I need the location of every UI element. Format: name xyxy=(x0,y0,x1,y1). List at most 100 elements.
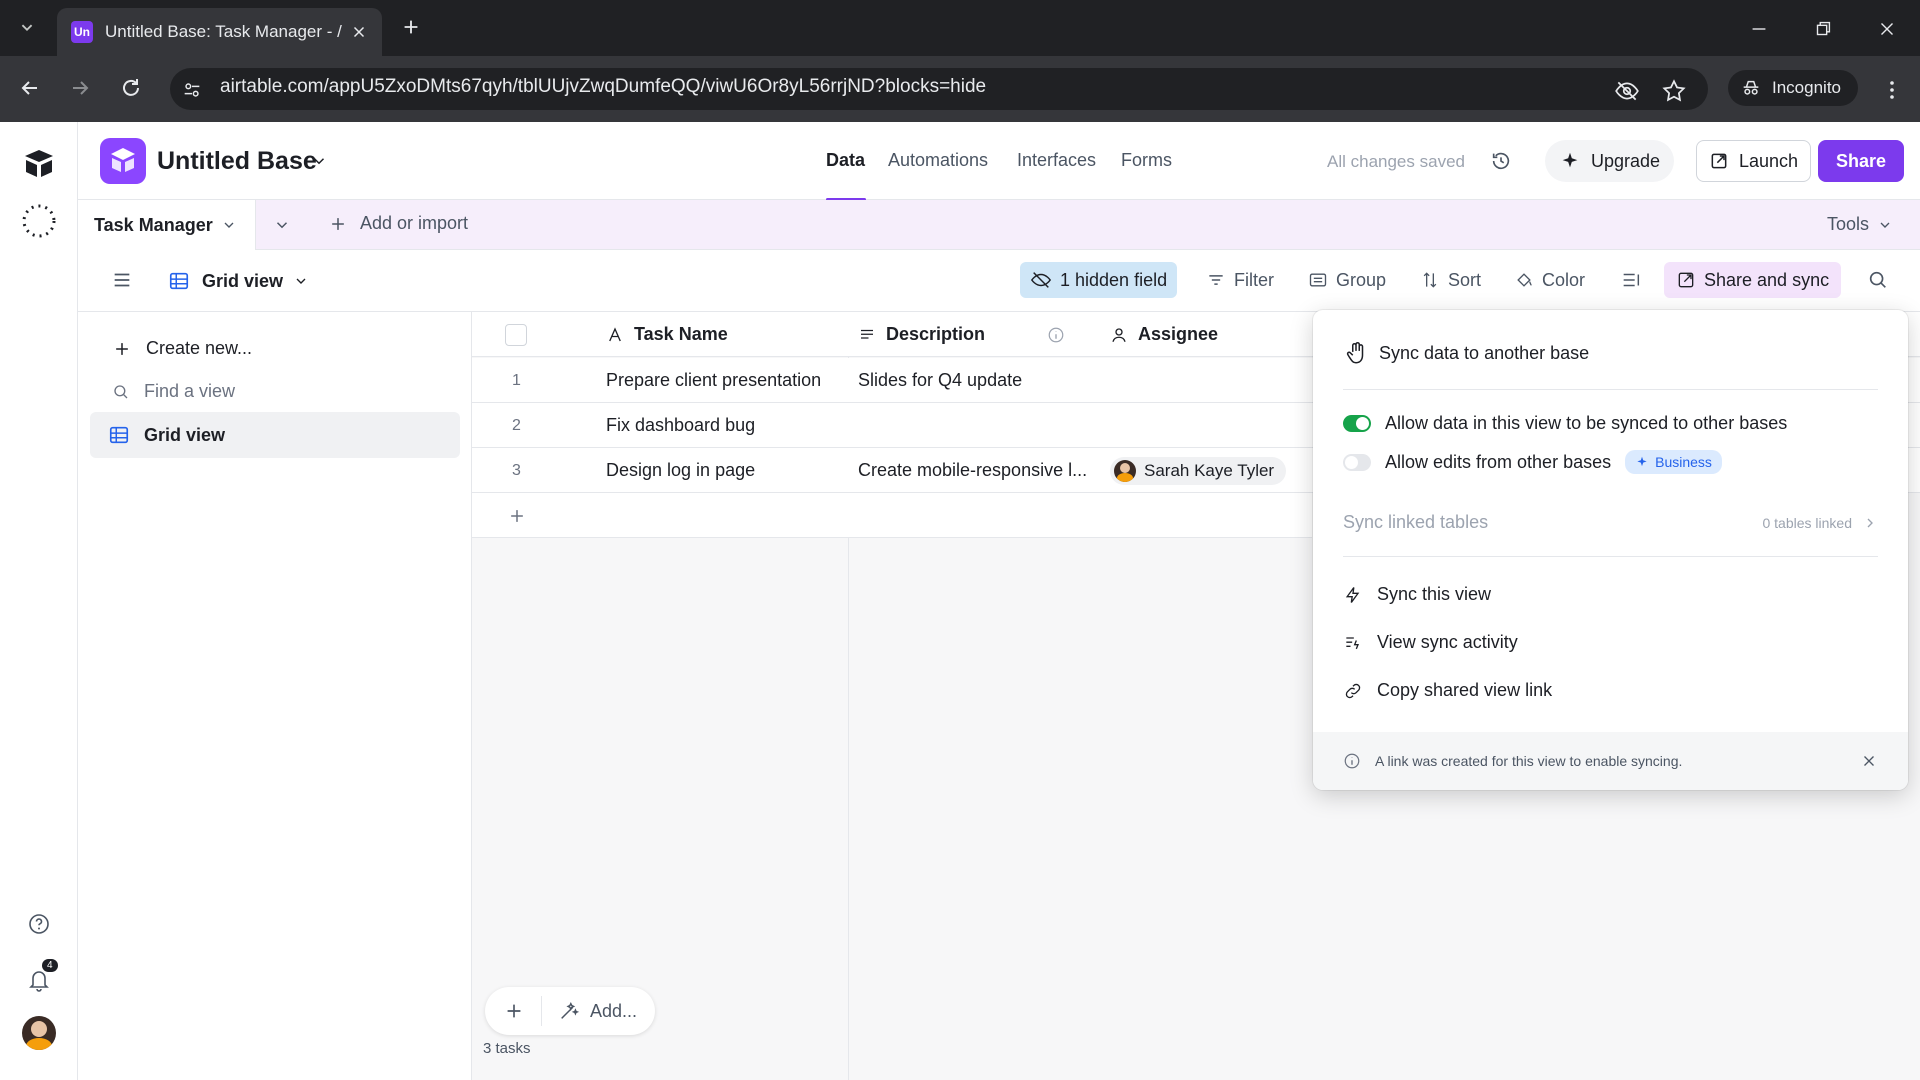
select-all-checkbox[interactable] xyxy=(505,312,527,357)
allow-sync-label: Allow data in this view to be synced to … xyxy=(1385,413,1788,433)
assignee-cell[interactable] xyxy=(1110,403,1310,448)
share-sync-popover: Sync data to another base Allow data in … xyxy=(1313,310,1908,790)
tools-label: Tools xyxy=(1827,214,1870,234)
sync-this-view-item[interactable]: Sync this view xyxy=(1343,584,1491,605)
base-icon[interactable] xyxy=(100,138,146,184)
description-cell[interactable]: Create mobile-responsive l... xyxy=(858,448,1098,493)
incognito-chip[interactable]: Incognito xyxy=(1728,70,1858,106)
allow-sync-toggle[interactable] xyxy=(1343,415,1371,432)
column-header-label: Assignee xyxy=(1138,324,1219,344)
assignee-cell[interactable]: Sarah Kaye Tyler xyxy=(1110,448,1310,493)
group-button[interactable]: Group xyxy=(1300,262,1394,298)
restore-icon[interactable] xyxy=(1812,18,1834,40)
share-button[interactable]: Share xyxy=(1818,140,1905,182)
notification-count-badge: 4 xyxy=(42,959,58,972)
business-badge: Business xyxy=(1625,450,1722,474)
add-row-icon[interactable] xyxy=(507,493,527,538)
loading-spinner-icon xyxy=(20,202,58,240)
history-icon[interactable] xyxy=(1490,150,1512,172)
chevron-right-icon xyxy=(1867,518,1873,527)
sort-button[interactable]: Sort xyxy=(1412,262,1489,298)
task-name-cell[interactable]: Design log in page xyxy=(606,448,846,493)
share-and-sync-button[interactable]: Share and sync xyxy=(1664,262,1842,298)
url-text[interactable]: airtable.com/appU5ZxoDMts67qyh/tblUUjvZw… xyxy=(220,76,986,98)
minimize-icon[interactable] xyxy=(1748,18,1770,40)
business-badge-label: Business xyxy=(1655,454,1712,470)
column-header-label: Task Name xyxy=(634,324,728,344)
base-name-chevron-icon[interactable] xyxy=(310,152,328,170)
views-sidebar: Create new... Find a view Grid view xyxy=(78,312,472,1080)
all-tables-chevron-icon[interactable] xyxy=(273,216,291,234)
filter-button[interactable]: Filter xyxy=(1198,262,1282,298)
tab-data[interactable]: Data xyxy=(826,150,865,171)
find-view-input[interactable]: Find a view xyxy=(112,381,432,402)
airtable-logo-icon[interactable] xyxy=(22,148,56,178)
allow-sync-row[interactable]: Allow data in this view to be synced to … xyxy=(1343,413,1787,434)
browser-tab[interactable]: Un Untitled Base: Task Manager - / xyxy=(57,8,382,56)
magic-wand-icon[interactable] xyxy=(558,1000,580,1022)
divider xyxy=(1343,389,1878,390)
search-icon[interactable] xyxy=(1867,269,1889,291)
user-avatar[interactable] xyxy=(22,1016,56,1050)
tables-linked-count: 0 tables linked xyxy=(1762,515,1878,531)
launch-button[interactable]: Launch xyxy=(1696,140,1812,182)
notifications-bell-icon[interactable]: 4 xyxy=(27,959,58,993)
activity-list-icon xyxy=(1346,636,1359,649)
new-tab-icon[interactable] xyxy=(400,16,422,38)
tables-linked-label: 0 tables linked xyxy=(1762,514,1852,531)
hidden-fields-button[interactable]: 1 hidden field xyxy=(1020,262,1178,298)
eye-off-icon[interactable] xyxy=(1614,78,1640,104)
add-or-import-button[interactable]: Add or import xyxy=(328,213,468,234)
create-new-button[interactable]: Create new... xyxy=(112,338,252,359)
tab-interfaces[interactable]: Interfaces xyxy=(1017,150,1096,171)
share-and-sync-label: Share and sync xyxy=(1704,269,1830,290)
view-switcher[interactable]: Grid view xyxy=(168,263,309,299)
color-button[interactable]: Color xyxy=(1506,262,1593,298)
site-info-icon[interactable] xyxy=(181,79,203,101)
bookmark-star-icon[interactable] xyxy=(1661,78,1687,104)
grid-add-bar: Add... xyxy=(485,987,656,1035)
row-height-icon[interactable] xyxy=(1620,269,1642,291)
task-name-cell[interactable]: Fix dashboard bug xyxy=(606,403,846,448)
allow-edits-row[interactable]: Allow edits from other bases Business xyxy=(1343,450,1722,474)
base-name[interactable]: Untitled Base xyxy=(157,147,317,176)
sync-to-another-base-label: Sync data to another base xyxy=(1379,342,1590,363)
description-cell[interactable] xyxy=(858,403,1098,448)
create-new-label: Create new... xyxy=(146,338,253,358)
tab-close-icon[interactable] xyxy=(350,23,368,41)
task-name-cell[interactable]: Prepare client presentation xyxy=(606,358,846,403)
reload-icon[interactable] xyxy=(119,76,143,100)
tools-button[interactable]: Tools xyxy=(1827,214,1893,235)
table-chevron-icon[interactable] xyxy=(221,217,237,233)
close-window-icon[interactable] xyxy=(1876,18,1898,40)
hidden-fields-label: 1 hidden field xyxy=(1060,269,1168,290)
table-tab-task-manager[interactable]: Task Manager xyxy=(78,200,256,250)
tab-forms[interactable]: Forms xyxy=(1121,150,1172,171)
copy-shared-view-link-item[interactable]: Copy shared view link xyxy=(1343,680,1552,701)
back-icon[interactable] xyxy=(18,76,42,100)
browser-menu-icon[interactable] xyxy=(1880,78,1904,102)
upgrade-button[interactable]: Upgrade xyxy=(1545,140,1675,182)
close-icon[interactable] xyxy=(1860,752,1878,770)
sidebar-item-grid-view[interactable]: Grid view xyxy=(90,412,460,458)
column-header-task-name[interactable]: Task Name xyxy=(606,312,846,357)
plus-icon[interactable] xyxy=(503,1000,525,1022)
sidebar-toggle-icon[interactable] xyxy=(111,269,133,291)
sync-linked-tables-row[interactable]: Sync linked tables 0 tables linked xyxy=(1343,512,1878,533)
sync-to-another-base-item[interactable]: Sync data to another base xyxy=(1343,340,1589,366)
forward-icon[interactable] xyxy=(68,76,92,100)
assignee-cell[interactable] xyxy=(1110,358,1310,403)
help-icon[interactable] xyxy=(27,912,51,936)
tab-automations[interactable]: Automations xyxy=(888,150,988,171)
column-header-assignee[interactable]: Assignee xyxy=(1110,312,1310,357)
add-row[interactable] xyxy=(472,493,848,538)
info-icon[interactable] xyxy=(1047,326,1065,344)
sidebar-item-label: Grid view xyxy=(144,424,226,445)
column-header-description[interactable]: Description xyxy=(858,312,1108,357)
allow-edits-toggle[interactable] xyxy=(1343,453,1371,471)
tab-list-chevron-icon[interactable] xyxy=(16,16,38,38)
description-cell[interactable]: Slides for Q4 update xyxy=(858,358,1098,403)
add-label[interactable]: Add... xyxy=(590,1001,637,1022)
lightning-icon xyxy=(1345,586,1360,603)
view-sync-activity-item[interactable]: View sync activity xyxy=(1343,632,1518,653)
